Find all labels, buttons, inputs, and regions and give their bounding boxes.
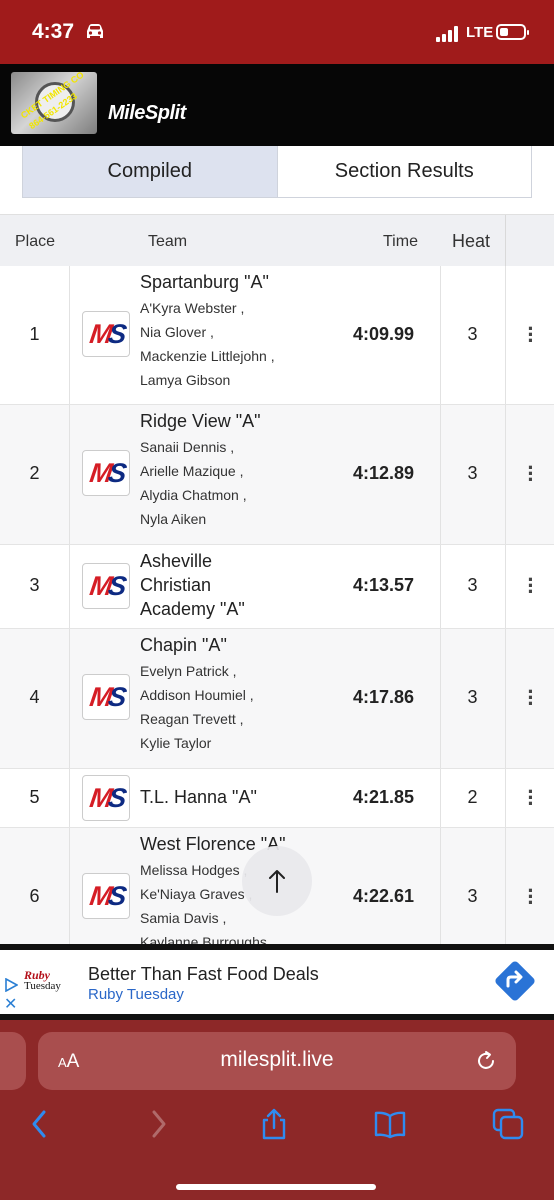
sponsor-logo[interactable]: CKET TIMING CO 864-561-2233 (11, 72, 97, 134)
athlete-list: Sanaii Dennis , Arielle Mazique , Alydia… (140, 435, 247, 531)
heat-value: 3 (467, 886, 478, 906)
place-value: 4 (29, 687, 40, 707)
tab-compiled[interactable]: Compiled (23, 146, 278, 197)
place-value: 1 (29, 324, 40, 344)
home-indicator[interactable] (176, 1184, 376, 1190)
signal-icon (436, 26, 458, 42)
athlete-name[interactable]: Kylie Taylor (140, 731, 254, 755)
athlete-name[interactable]: Arielle Mazique , (140, 459, 247, 483)
result-time: 4:17.86 (353, 687, 415, 707)
athlete-name[interactable]: Sanaii Dennis , (140, 435, 247, 459)
scroll-to-top-button[interactable] (242, 846, 312, 916)
ad-banner[interactable]: ✕ Ruby Tuesday Better Than Fast Food Dea… (0, 944, 554, 1020)
athlete-name[interactable]: Samia Davis , (140, 906, 267, 930)
athlete-name[interactable]: Addison Houmiel , (140, 683, 254, 707)
place-value: 5 (29, 787, 40, 807)
result-time: 4:21.85 (353, 787, 415, 807)
athlete-name[interactable]: Alydia Chatmon , (140, 483, 247, 507)
table-row[interactable]: 5 MS T.L. Hanna "A" 4:21.85 2 · · · (0, 769, 554, 828)
athlete-name[interactable]: Evelyn Patrick , (140, 659, 254, 683)
team-logo: MS (82, 450, 130, 496)
table-row[interactable]: 2 MS Ridge View "A" Sanaii Dennis , Arie… (0, 405, 554, 545)
heat-value: 3 (467, 575, 478, 595)
tabs-icon[interactable] (492, 1108, 524, 1140)
place-value: 6 (29, 886, 40, 906)
result-time: 4:13.57 (353, 575, 415, 595)
athlete-name[interactable]: Reagan Trevett , (140, 707, 254, 731)
bookmarks-icon[interactable] (374, 1108, 406, 1140)
place-value: 3 (29, 575, 40, 595)
status-time: 4:37 (32, 20, 75, 43)
athlete-list: Evelyn Patrick , Addison Houmiel , Reaga… (140, 659, 254, 755)
network-type: LTE (466, 24, 494, 41)
results-table: 1 MS Spartanburg "A" A'Kyra Webster , Ni… (0, 266, 554, 944)
forward-icon[interactable] (142, 1108, 174, 1140)
team-name[interactable]: Ridge View "A" (140, 409, 261, 433)
more-options-icon[interactable]: · · · (522, 781, 540, 815)
team-name[interactable]: T.L. Hanna "A" (140, 785, 257, 809)
team-logo: MS (82, 674, 130, 720)
athlete-name[interactable]: A'Kyra Webster , (140, 296, 275, 320)
ruby-tuesday-logo: Ruby Tuesday (24, 968, 61, 992)
athlete-name[interactable]: Kaylanne Burroughs (140, 930, 267, 944)
share-icon[interactable] (258, 1108, 290, 1140)
athlete-name[interactable]: Lamya Gibson (140, 368, 275, 392)
team-name[interactable]: Spartanburg "A" (140, 270, 269, 294)
heat-value: 2 (467, 787, 478, 807)
arrow-up-icon (269, 870, 285, 893)
previous-tab-preview[interactable] (0, 1032, 26, 1090)
directions-icon[interactable] (492, 958, 538, 1004)
more-options-icon[interactable]: · · · (522, 880, 540, 914)
browser-chrome: AA milesplit.live (0, 1020, 554, 1200)
table-row[interactable]: 1 MS Spartanburg "A" A'Kyra Webster , Ni… (0, 266, 554, 405)
place-value: 2 (29, 463, 40, 483)
reload-icon[interactable] (474, 1049, 498, 1073)
more-options-icon[interactable]: · · · (522, 569, 540, 603)
address-bar[interactable]: AA milesplit.live (38, 1032, 516, 1090)
tab-section-results[interactable]: Section Results (278, 146, 532, 197)
ad-headline[interactable]: Better Than Fast Food Deals (88, 964, 319, 985)
column-header-team[interactable]: Team (148, 233, 187, 251)
athlete-list: A'Kyra Webster , Nia Glover , Mackenzie … (140, 296, 275, 392)
more-options-icon[interactable]: · · · (522, 457, 540, 491)
url-text[interactable]: milesplit.live (38, 1048, 516, 1072)
car-icon (87, 24, 103, 38)
table-row[interactable]: 4 MS Chapin "A" Evelyn Patrick , Addison… (0, 629, 554, 769)
athlete-name[interactable]: Nia Glover , (140, 320, 275, 344)
ad-advertiser[interactable]: Ruby Tuesday (88, 986, 184, 1003)
back-icon[interactable] (24, 1108, 56, 1140)
ad-close-icon[interactable]: ✕ (4, 994, 17, 1014)
milesplit-logo[interactable]: MileSplit (108, 102, 186, 125)
result-time: 4:09.99 (353, 324, 415, 344)
team-logo: MS (82, 873, 130, 919)
table-header: Place Team Time Heat (0, 214, 554, 267)
team-logo: MS (82, 775, 130, 821)
team-logo: MS (82, 563, 130, 609)
results-tabs: Compiled Section Results (22, 146, 532, 198)
team-name[interactable]: Chapin "A" (140, 633, 227, 657)
column-header-heat[interactable]: Heat (452, 231, 490, 252)
battery-icon (496, 24, 529, 40)
result-time: 4:22.61 (353, 886, 415, 906)
team-name[interactable]: Asheville Christian Academy "A" (140, 549, 245, 621)
column-header-time[interactable]: Time (383, 233, 418, 251)
site-header: CKET TIMING CO 864-561-2233 MileSplit (0, 64, 554, 146)
heat-value: 3 (467, 463, 478, 483)
column-header-place[interactable]: Place (15, 233, 55, 251)
athlete-name[interactable]: Nyla Aiken (140, 507, 247, 531)
adchoices-icon[interactable] (4, 978, 18, 992)
status-bar: 4:37 LTE (0, 0, 554, 64)
more-options-icon[interactable]: · · · (522, 681, 540, 715)
result-time: 4:12.89 (353, 463, 415, 483)
heat-value: 3 (467, 687, 478, 707)
more-options-icon[interactable]: · · · (522, 318, 540, 352)
heat-value: 3 (467, 324, 478, 344)
athlete-name[interactable]: Mackenzie Littlejohn , (140, 344, 275, 368)
team-logo: MS (82, 311, 130, 357)
browser-toolbar (0, 1108, 554, 1144)
table-row[interactable]: 3 MS Asheville Christian Academy "A" 4:1… (0, 545, 554, 629)
